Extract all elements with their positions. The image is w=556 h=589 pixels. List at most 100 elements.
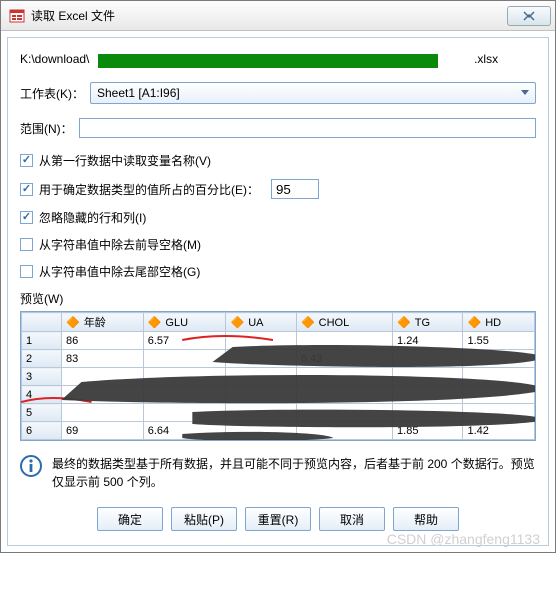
cell: 1.55 bbox=[463, 332, 535, 350]
cell bbox=[62, 386, 144, 404]
cell bbox=[62, 368, 144, 386]
percent-input[interactable] bbox=[271, 179, 319, 199]
cell bbox=[296, 332, 392, 350]
corner-cell bbox=[22, 313, 62, 332]
table-row[interactable]: 6696.641.851.42 bbox=[22, 422, 535, 440]
checkbox-row: 用于确定数据类型的值所占的百分比(E)： bbox=[20, 179, 536, 199]
checkbox-label: 从字符串值中除去尾部空格(G) bbox=[39, 263, 200, 280]
checkbox-row: 从字符串值中除去尾部空格(G) bbox=[20, 263, 536, 280]
file-path-suffix: .xlsx bbox=[474, 52, 498, 66]
chevron-down-icon bbox=[521, 90, 529, 96]
preview-scroll[interactable]: 🔶年龄🔶GLU🔶UA🔶CHOL🔶TG🔶HD 1866.571.241.55283… bbox=[21, 312, 535, 440]
cell bbox=[143, 404, 226, 422]
checkbox-label: 从字符串值中除去前导空格(M) bbox=[39, 236, 201, 253]
app-icon bbox=[9, 8, 25, 24]
cell bbox=[296, 386, 392, 404]
ok-button[interactable]: 确定 bbox=[97, 507, 163, 531]
column-header[interactable]: 🔶 CHOL bbox=[296, 313, 392, 332]
column-label: HD bbox=[485, 317, 501, 329]
preview-table-wrap: 🔶年龄🔶GLU🔶UA🔶CHOL🔶TG🔶HD 1866.571.241.55283… bbox=[20, 311, 536, 441]
cell bbox=[393, 404, 463, 422]
titlebar: 读取 Excel 文件 bbox=[1, 1, 555, 31]
cancel-button[interactable]: 取消 bbox=[319, 507, 385, 531]
cell bbox=[226, 350, 296, 368]
cell bbox=[393, 386, 463, 404]
checkbox-row: 从字符串值中除去前导空格(M) bbox=[20, 236, 536, 253]
cell bbox=[463, 386, 535, 404]
table-row[interactable]: 2836.43 bbox=[22, 350, 535, 368]
paste-button[interactable]: 粘贴(P) bbox=[171, 507, 237, 531]
column-label: 年龄 bbox=[84, 317, 106, 329]
cell bbox=[226, 332, 296, 350]
close-button[interactable] bbox=[507, 6, 551, 26]
column-label: CHOL bbox=[319, 317, 350, 329]
cell bbox=[226, 404, 296, 422]
checkbox[interactable] bbox=[20, 211, 33, 224]
ruler-icon: 🔶 bbox=[301, 316, 315, 329]
table-row[interactable]: 5 bbox=[22, 404, 535, 422]
reset-button[interactable]: 重置(R) bbox=[245, 507, 311, 531]
column-label: GLU bbox=[165, 317, 188, 329]
cell: 6.64 bbox=[143, 422, 226, 440]
button-row: 确定 粘贴(P) 重置(R) 取消 帮助 bbox=[20, 507, 536, 531]
checkbox[interactable] bbox=[20, 154, 33, 167]
info-row: 最终的数据类型基于所有数据，并且可能不同于预览内容，后者基于前 200 个数据行… bbox=[20, 455, 536, 491]
checkbox-label: 从第一行数据中读取变量名称(V) bbox=[39, 152, 211, 169]
table-row[interactable]: 1866.571.241.55 bbox=[22, 332, 535, 350]
cell bbox=[393, 368, 463, 386]
info-text: 最终的数据类型基于所有数据，并且可能不同于预览内容，后者基于前 200 个数据行… bbox=[52, 455, 536, 491]
row-number: 3 bbox=[22, 368, 62, 386]
cell: 1.85 bbox=[393, 422, 463, 440]
worksheet-value: Sheet1 [A1:I96] bbox=[97, 86, 180, 100]
range-label: 范围(N)： bbox=[20, 120, 73, 137]
row-number: 5 bbox=[22, 404, 62, 422]
ruler-icon: 🔶 bbox=[397, 316, 411, 329]
preview-table: 🔶年龄🔶GLU🔶UA🔶CHOL🔶TG🔶HD 1866.571.241.55283… bbox=[21, 312, 535, 440]
cell bbox=[226, 386, 296, 404]
help-button[interactable]: 帮助 bbox=[393, 507, 459, 531]
column-header[interactable]: 🔶 TG bbox=[393, 313, 463, 332]
column-label: TG bbox=[415, 317, 430, 329]
watermark: CSDN @zhangfeng1133 bbox=[387, 531, 540, 547]
row-number: 2 bbox=[22, 350, 62, 368]
cell: 6.43 bbox=[296, 350, 392, 368]
file-path-prefix: K:\download\ bbox=[20, 52, 89, 66]
cell bbox=[463, 404, 535, 422]
column-header[interactable]: 🔶HD bbox=[463, 313, 535, 332]
cell: 1.24 bbox=[393, 332, 463, 350]
cell bbox=[226, 422, 296, 440]
ruler-icon: 🔶 bbox=[230, 316, 244, 329]
cell bbox=[226, 368, 296, 386]
cell bbox=[463, 368, 535, 386]
table-row[interactable]: 4 bbox=[22, 386, 535, 404]
cell bbox=[143, 386, 226, 404]
cell bbox=[296, 404, 392, 422]
cell: 1.42 bbox=[463, 422, 535, 440]
checkbox-label: 用于确定数据类型的值所占的百分比(E)： bbox=[39, 181, 259, 198]
preview-label: 预览(W) bbox=[20, 290, 536, 307]
info-icon bbox=[20, 455, 42, 477]
cell bbox=[393, 350, 463, 368]
table-row[interactable]: 3 bbox=[22, 368, 535, 386]
checkbox-row: 从第一行数据中读取变量名称(V) bbox=[20, 152, 536, 169]
checkbox-row: 忽略隐藏的行和列(I) bbox=[20, 209, 536, 226]
cell bbox=[296, 422, 392, 440]
range-input[interactable] bbox=[79, 118, 536, 138]
row-number: 6 bbox=[22, 422, 62, 440]
checkbox-label: 忽略隐藏的行和列(I) bbox=[39, 209, 146, 226]
column-header[interactable]: 🔶年龄 bbox=[62, 313, 144, 332]
checkbox[interactable] bbox=[20, 183, 33, 196]
column-header[interactable]: 🔶UA bbox=[226, 313, 296, 332]
checkbox[interactable] bbox=[20, 238, 33, 251]
redaction-bar bbox=[98, 54, 438, 68]
cell bbox=[296, 368, 392, 386]
dialog-body: K:\download\ xxxxxxxxxxxxxxxxxxxxxxxxxxx… bbox=[7, 37, 549, 546]
column-header[interactable]: 🔶GLU bbox=[143, 313, 226, 332]
row-number: 4 bbox=[22, 386, 62, 404]
cell bbox=[143, 350, 226, 368]
dialog-title: 读取 Excel 文件 bbox=[31, 7, 115, 24]
row-number: 1 bbox=[22, 332, 62, 350]
file-path: K:\download\ xxxxxxxxxxxxxxxxxxxxxxxxxxx… bbox=[20, 52, 536, 66]
checkbox[interactable] bbox=[20, 265, 33, 278]
worksheet-combo[interactable]: Sheet1 [A1:I96] bbox=[90, 82, 536, 104]
